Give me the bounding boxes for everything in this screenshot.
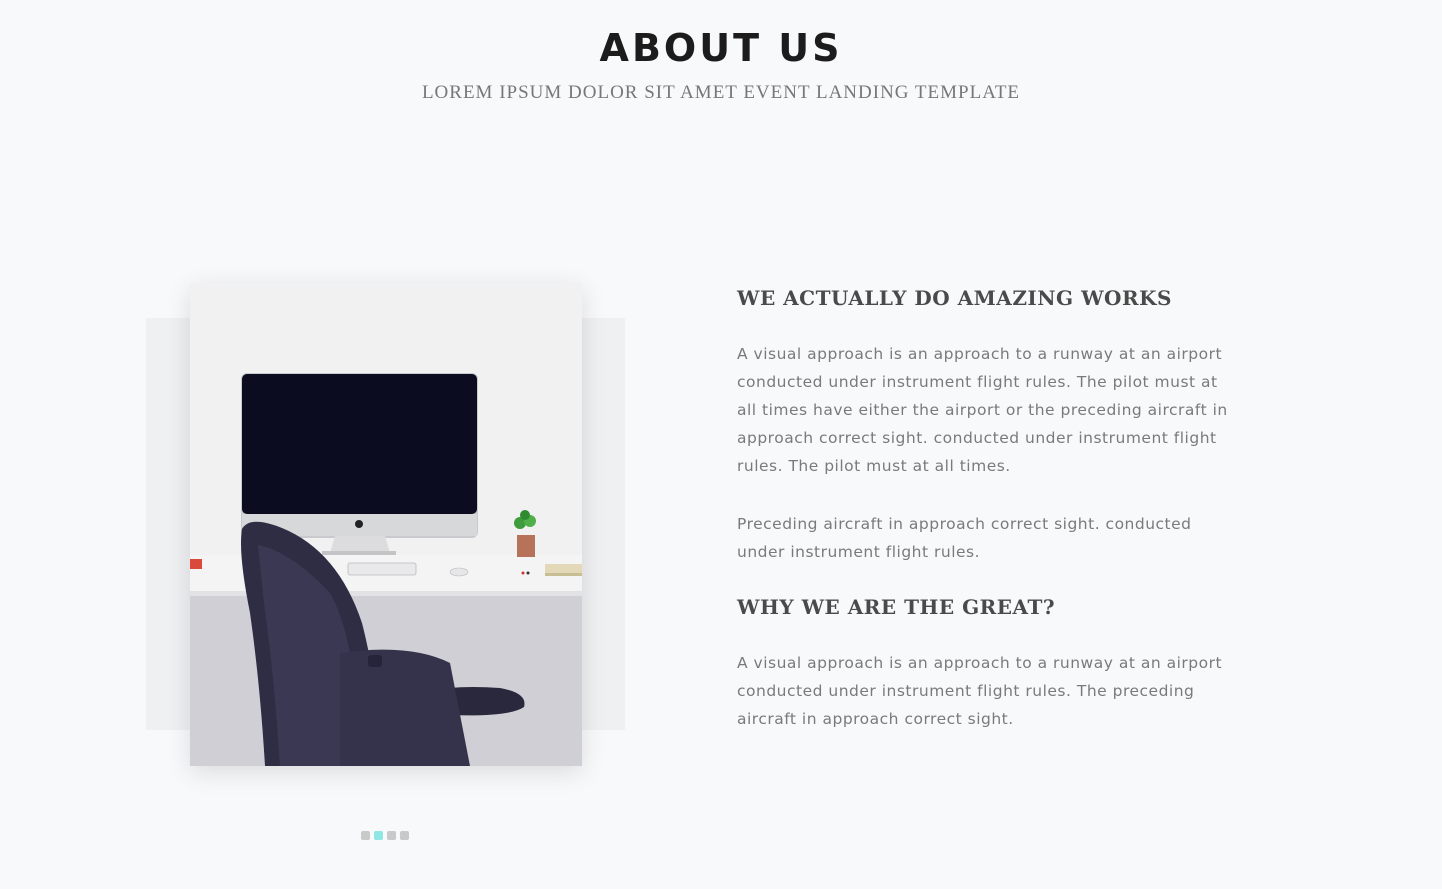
paragraph-line: conducted under instrument flight rules.… <box>737 682 1195 700</box>
slider-dot-3[interactable] <box>387 831 396 840</box>
paragraph-line: approach correct sight. conducted under … <box>737 429 1217 447</box>
paragraph-line: aircraft in approach correct sight. <box>737 710 1014 728</box>
section-title: ABOUT US <box>599 26 843 70</box>
about-paragraph-2: Preceding aircraft in approach correct s… <box>737 510 1227 566</box>
slider-image[interactable] <box>190 283 582 766</box>
paragraph-line: all times have either the airport or the… <box>737 401 1228 419</box>
paragraph-line: Preceding aircraft in approach correct s… <box>737 515 1192 533</box>
slider-dot-4[interactable] <box>400 831 409 840</box>
slider-pagination <box>361 831 409 840</box>
paragraph-line: A visual approach is an approach to a ru… <box>737 345 1223 363</box>
paragraph-line: A visual approach is an approach to a ru… <box>737 654 1223 672</box>
about-paragraph-1: A visual approach is an approach to a ru… <box>737 340 1227 480</box>
paragraph-line: conducted under instrument flight rules.… <box>737 373 1218 391</box>
about-paragraph-3: A visual approach is an approach to a ru… <box>737 649 1227 733</box>
section-subtitle: LOREM IPSUM DOLOR SIT AMET EVENT LANDING… <box>421 82 1021 103</box>
slider-dot-2[interactable] <box>374 831 383 840</box>
paragraph-line: rules. The pilot must at all times. <box>737 457 1011 475</box>
desk-photo <box>190 283 582 766</box>
slider-dot-1[interactable] <box>361 831 370 840</box>
about-heading-amazing-works: WE ACTUALLY DO AMAZING WORKS <box>737 286 1172 310</box>
paragraph-line: under instrument flight rules. <box>737 543 981 561</box>
about-heading-why-great: WHY WE ARE THE GREAT? <box>737 595 1056 619</box>
